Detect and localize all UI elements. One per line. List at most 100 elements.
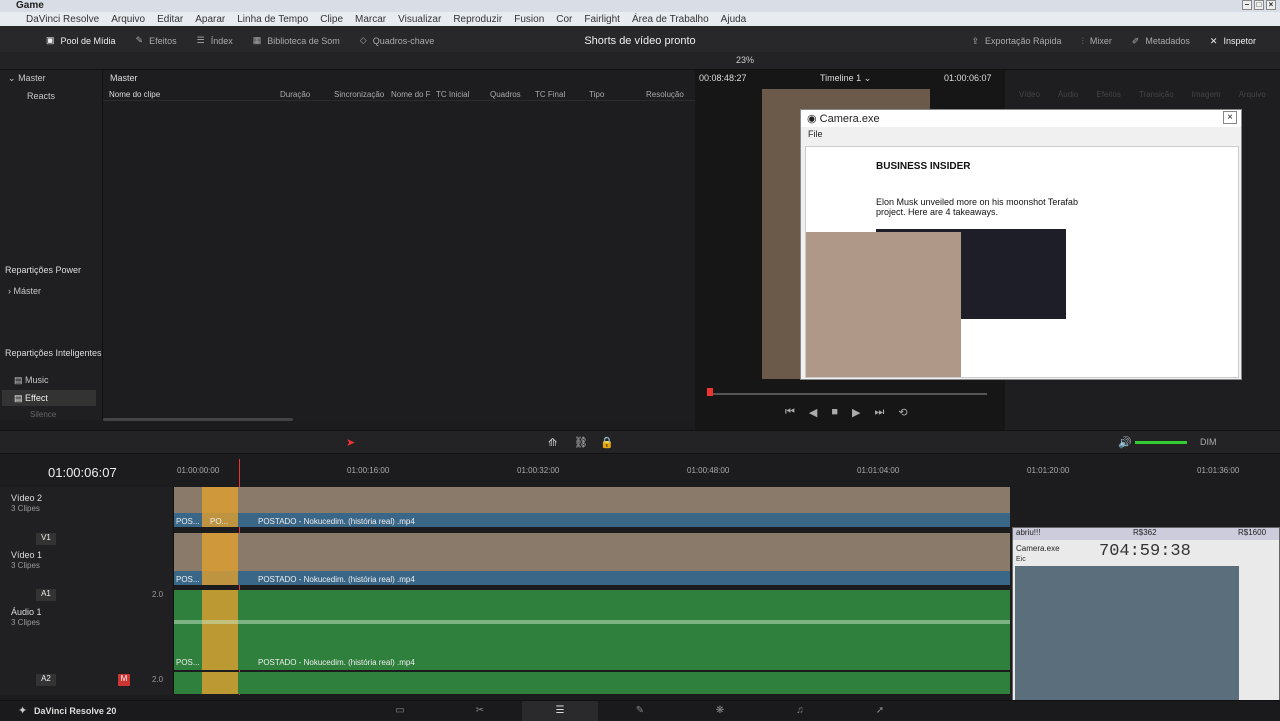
bin-master[interactable]: ⌄ Master (8, 73, 46, 84)
media-page-icon[interactable]: ▭ (394, 705, 406, 717)
edit-page-icon[interactable]: ☰ (554, 705, 566, 717)
app-name: DaVinci Resolve 20 (34, 706, 117, 716)
menu-item[interactable]: Visualizar (398, 14, 441, 25)
timeline-selector[interactable]: Timeline 1 ⌄ (820, 73, 871, 84)
mixer-icon: ⫶ (1081, 35, 1084, 46)
minimize-icon[interactable]: – (1242, 0, 1252, 10)
ruler-tick: 01:00:00:00 (177, 466, 220, 475)
column-header[interactable]: TC Inicial (436, 90, 469, 99)
smart-bin-effect[interactable]: ▤ Effect (2, 390, 96, 406)
menu-item[interactable]: Ajuda (721, 14, 747, 25)
fusion-page-icon[interactable]: ✎ (634, 705, 646, 717)
color-page-icon[interactable]: ❋ (714, 705, 726, 717)
lock-icon[interactable]: 🔒 (600, 436, 614, 449)
play-reverse-icon[interactable]: ◀ (809, 406, 817, 419)
power-bins-header: Repartições Power (5, 265, 82, 275)
resolve-logo-icon: ✦ (18, 705, 28, 717)
menu-item[interactable]: Fairlight (584, 14, 620, 25)
camera-menu-file[interactable]: File (808, 129, 823, 139)
overlay-webcam (1015, 566, 1239, 718)
column-header[interactable]: Duração (280, 90, 310, 99)
deliver-page-icon[interactable]: ➚ (874, 705, 886, 717)
scrollbar[interactable] (103, 418, 293, 421)
menu-item[interactable]: Marcar (355, 14, 386, 25)
media-pool-button[interactable]: ▣ Pool de Mídia (36, 26, 126, 56)
smart-bin-silence[interactable]: Silence (30, 410, 56, 419)
selected-clip[interactable] (202, 672, 238, 694)
scrubber[interactable] (707, 393, 987, 395)
ruler-tick: 01:01:20:00 (1027, 466, 1070, 475)
track-id[interactable]: A2 (36, 674, 56, 686)
menu-item[interactable]: Linha de Tempo (237, 14, 308, 25)
sound-library-button[interactable]: ▦ Biblioteca de Som (243, 26, 350, 56)
zoom-level[interactable]: 23% (736, 55, 754, 65)
menu-item[interactable]: Cor (556, 14, 572, 25)
keyframes-button[interactable]: ◇ Quadros-chave (350, 26, 444, 56)
index-button[interactable]: ☰ Índex (187, 26, 243, 56)
selected-clip[interactable] (202, 533, 238, 585)
menu-item[interactable]: Clipe (320, 14, 343, 25)
column-header[interactable]: Sincronização (334, 90, 384, 99)
menu-item[interactable]: Fusion (514, 14, 544, 25)
tab-file[interactable]: Arquivo (1239, 90, 1266, 99)
selected-clip[interactable] (202, 590, 238, 670)
tab-video[interactable]: Vídeo (1019, 90, 1040, 99)
video2-clips[interactable]: POS... PO... POSTADO - Nokucedim. (histó… (174, 487, 1010, 527)
tab-image[interactable]: Imagem (1192, 90, 1221, 99)
bin-reacts[interactable]: Reacts (27, 91, 55, 101)
audio2-clips[interactable] (174, 672, 1010, 694)
close-icon[interactable]: × (1223, 111, 1237, 124)
audio1-clips[interactable]: POS... POSTADO - Nokucedim. (história re… (174, 590, 1010, 670)
video1-clips[interactable]: POS... POSTADO - Nokucedim. (história re… (174, 533, 1010, 585)
column-header[interactable]: TC Final (535, 90, 565, 99)
menu-item[interactable]: DaVinci Resolve (26, 14, 99, 25)
column-header[interactable]: Nome do F (391, 90, 431, 99)
column-header[interactable]: Nome do clipe (109, 90, 160, 99)
volume-slider[interactable] (1135, 441, 1187, 444)
smart-bin-music[interactable]: ▤ Music (14, 375, 49, 386)
link-icon[interactable]: ⛓ (574, 436, 588, 449)
selection-tool-icon[interactable]: ➤ (346, 436, 355, 449)
menu-item[interactable]: Reproduzir (453, 14, 502, 25)
track-name: Áudio 1 (11, 607, 42, 617)
skip-start-icon[interactable]: ⏮ (785, 406, 795, 419)
close-icon[interactable]: × (1266, 0, 1276, 10)
track-headers: Vídeo 2 3 Clipes V1 Vídeo 1 3 Clipes A1 … (0, 487, 174, 695)
overlay-menu[interactable]: Eic (1016, 556, 1026, 563)
track-id[interactable]: V1 (36, 533, 56, 545)
column-header[interactable]: Quadros (490, 90, 521, 99)
camera-titlebar: ◉ Camera.exe × (801, 110, 1241, 127)
effects-button[interactable]: ✎ Efeitos (126, 26, 187, 56)
snapping-icon[interactable]: ⟰ (548, 436, 557, 449)
site-logo: BUSINESS INSIDER (876, 161, 971, 172)
fairlight-page-icon[interactable]: ♫ (794, 705, 806, 717)
skip-end-icon[interactable]: ⏭ (875, 406, 885, 419)
volume-icon[interactable]: 🔊 (1118, 436, 1132, 449)
column-header[interactable]: Resolução (646, 90, 684, 99)
webcam-feed (806, 232, 961, 377)
track-id[interactable]: A1 (36, 589, 56, 601)
tab-audio[interactable]: Áudio (1058, 90, 1078, 99)
menu-item[interactable]: Arquivo (111, 14, 145, 25)
column-header[interactable]: Tipo (589, 90, 604, 99)
loop-icon[interactable]: ⟲ (898, 406, 907, 419)
waveform (174, 620, 1010, 624)
tab-effects[interactable]: Efeitos (1096, 90, 1120, 99)
tab-transition[interactable]: Transição (1139, 90, 1174, 99)
menu-item[interactable]: Área de Trabalho (632, 14, 709, 25)
track-name: Vídeo 2 (11, 493, 43, 503)
menu-item[interactable]: Editar (157, 14, 183, 25)
play-icon[interactable]: ▶ (852, 406, 860, 419)
stop-icon[interactable]: ■ (831, 406, 838, 419)
maximize-icon[interactable]: □ (1254, 0, 1264, 10)
menu-item[interactable]: Aparar (195, 14, 225, 25)
mute-button[interactable]: M (118, 674, 130, 686)
chevron-down-icon: ⌄ (863, 73, 872, 83)
list-icon: ☰ (196, 35, 205, 45)
power-bin-master[interactable]: › Máster (8, 286, 41, 296)
dim-button[interactable]: DIM (1200, 437, 1217, 447)
page-navigation-bar: ✦ DaVinci Resolve 20 ▭ ✂ ☰ ✎ ❋ ♫ ➚ (0, 700, 1280, 721)
playhead-icon[interactable] (707, 388, 713, 396)
cut-page-icon[interactable]: ✂ (474, 705, 486, 717)
inspector-tabs: Vídeo Áudio Efeitos Transição Imagem Arq… (1019, 90, 1266, 99)
